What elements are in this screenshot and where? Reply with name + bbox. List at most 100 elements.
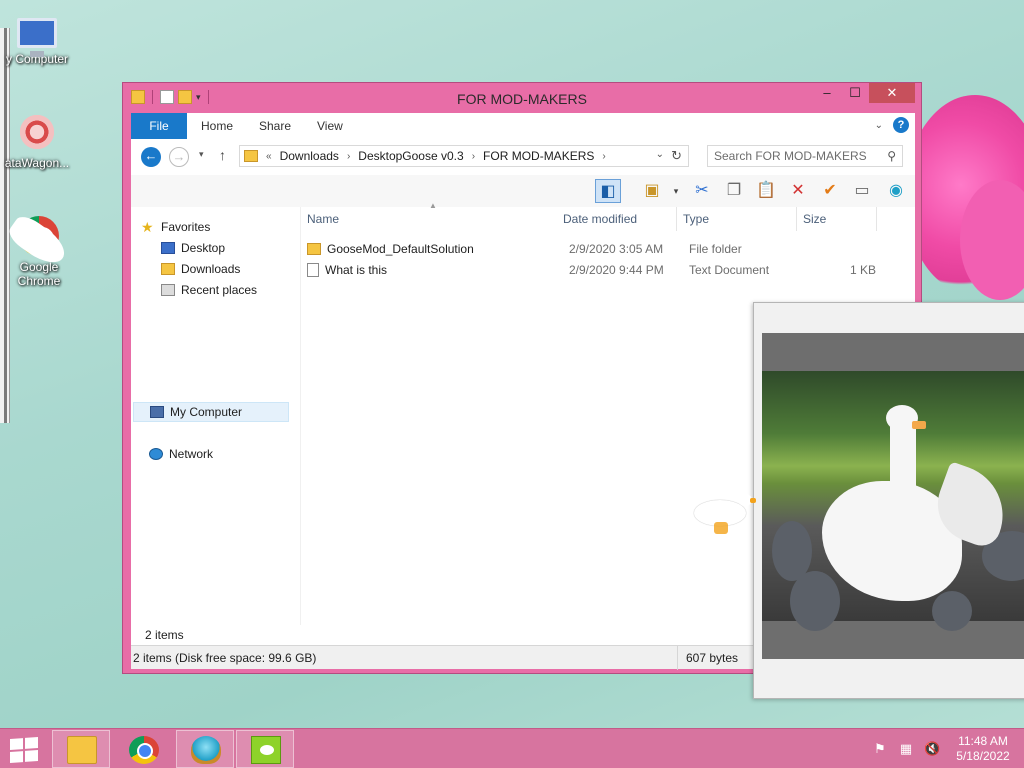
chevron-right-icon[interactable]: › xyxy=(347,151,350,162)
file-name-cell: What is this xyxy=(307,260,387,280)
nav-recent-places[interactable]: Recent places xyxy=(161,280,257,300)
windows-logo-pane xyxy=(10,751,23,763)
help-icon[interactable]: ? xyxy=(893,117,909,133)
preview-pane-icon[interactable]: ◧ xyxy=(595,179,621,203)
nav-my-computer[interactable]: My Computer xyxy=(133,402,289,422)
system-tray: ⚑ ▦ 🔇 xyxy=(872,741,940,757)
rename-icon[interactable]: ▭ xyxy=(849,179,875,203)
expand-ribbon-icon[interactable]: ⌄ xyxy=(875,120,883,131)
nav-favorites[interactable]: ★ Favorites xyxy=(141,217,210,237)
table-row[interactable]: GooseMod_DefaultSolution 2/9/2020 3:05 A… xyxy=(307,239,897,259)
minimize-button[interactable]: – xyxy=(813,83,841,103)
action-center-flag-icon[interactable]: ⚑ xyxy=(872,741,888,757)
park-scene xyxy=(762,371,1024,631)
recent-places-icon xyxy=(161,284,175,296)
breadcrumb-for-mod-makers[interactable]: FOR MOD-MAKERS xyxy=(483,149,594,163)
breadcrumb-desktopgoose[interactable]: DesktopGoose v0.3 xyxy=(358,149,463,163)
forward-button[interactable]: → xyxy=(169,147,189,167)
goose-icon xyxy=(251,736,281,764)
file-type: Text Document xyxy=(689,263,770,277)
file-date: 2/9/2020 3:05 AM xyxy=(569,242,664,256)
file-name-cell: GooseMod_DefaultSolution xyxy=(307,239,474,259)
network-icon xyxy=(149,448,163,460)
title-bar[interactable]: ▾ FOR MOD-MAKERS – ☐ ✕ xyxy=(123,83,921,113)
goose-beak xyxy=(912,421,926,429)
properties-icon[interactable]: ▣ xyxy=(639,179,665,203)
taskbar: ⚑ ▦ 🔇 11:48 AM 5/18/2022 xyxy=(0,728,1024,768)
chevron-right-icon[interactable]: › xyxy=(602,151,605,162)
search-icon[interactable]: ⚲ xyxy=(887,146,896,166)
maximize-button[interactable]: ☐ xyxy=(841,83,869,103)
taskbar-google-chrome[interactable] xyxy=(114,730,172,768)
check-icon[interactable]: ✔ xyxy=(817,179,843,203)
address-dropdown-icon[interactable]: ⌄ xyxy=(656,149,664,160)
column-header-name[interactable]: Name xyxy=(301,207,557,231)
file-size: 1 KB xyxy=(850,263,877,277)
tab-file[interactable]: File xyxy=(131,113,187,139)
file-date: 2/9/2020 9:44 PM xyxy=(569,263,664,277)
overflow-chevron[interactable]: « xyxy=(266,151,272,162)
datawagon-icon xyxy=(17,112,57,152)
tab-view[interactable]: View xyxy=(317,113,343,139)
navigation-bar: ← → ▾ ↑ « Downloads › DesktopGoose v0.3 … xyxy=(131,139,915,175)
goose-image-popup[interactable] xyxy=(753,302,1024,699)
column-header-date[interactable]: Date modified xyxy=(557,207,677,231)
nav-label: Favorites xyxy=(161,220,211,234)
address-bar[interactable]: « Downloads › DesktopGoose v0.3 › FOR MO… xyxy=(239,145,689,167)
tab-share[interactable]: Share xyxy=(259,113,291,139)
search-input[interactable]: Search FOR MOD-MAKERS ⚲ xyxy=(707,145,903,167)
column-header-size[interactable]: Size xyxy=(797,207,877,231)
breadcrumb-downloads[interactable]: Downloads xyxy=(280,149,339,163)
text-file-icon xyxy=(307,263,319,277)
nav-network[interactable]: Network xyxy=(149,444,213,464)
ribbon-tabs: File Home Share View ⌄ ? xyxy=(131,113,915,139)
refresh-icon[interactable]: ↻ xyxy=(671,148,682,164)
windows-logo-pane xyxy=(25,737,38,749)
folder-icon xyxy=(307,243,321,255)
caption-buttons: – ☐ ✕ xyxy=(813,83,915,103)
desktop-icon-my-computer[interactable]: y Computer xyxy=(0,12,78,66)
desktop-icon-label: ataWagon... xyxy=(4,156,70,170)
tab-home[interactable]: Home xyxy=(201,113,233,139)
desktop-icon-label: Google Chrome xyxy=(17,260,61,288)
goose-photo xyxy=(762,333,1024,659)
paste-icon[interactable]: 📋 xyxy=(753,179,779,203)
close-button[interactable]: ✕ xyxy=(869,83,915,103)
table-row[interactable]: What is this 2/9/2020 9:44 PM Text Docum… xyxy=(307,260,897,280)
clock-time: 11:48 AM xyxy=(958,734,1008,748)
desktop-goose-sprite[interactable] xyxy=(694,494,756,536)
window-title: FOR MOD-MAKERS xyxy=(457,91,587,107)
recent-locations-dropdown-icon[interactable]: ▾ xyxy=(199,149,204,160)
desktop-icon-datawagon[interactable]: ataWagon... xyxy=(0,112,78,170)
network-icon[interactable]: ▦ xyxy=(898,741,914,757)
nav-desktop[interactable]: Desktop xyxy=(161,238,225,258)
pigeon xyxy=(932,591,972,631)
file-type: File folder xyxy=(689,242,742,256)
taskbar-desktop-goose[interactable] xyxy=(236,730,294,768)
chrome-icon xyxy=(129,736,159,764)
nav-downloads[interactable]: Downloads xyxy=(161,259,240,279)
taskbar-shell-app[interactable] xyxy=(176,730,234,768)
globe-icon[interactable]: ◉ xyxy=(883,179,909,203)
nav-label: Desktop xyxy=(181,241,226,255)
file-name: GooseMod_DefaultSolution xyxy=(327,242,474,256)
start-button[interactable] xyxy=(10,737,38,763)
properties-dropdown-icon[interactable]: ▾ xyxy=(663,179,689,203)
star-icon: ★ xyxy=(141,219,154,235)
folder-icon xyxy=(244,150,258,162)
volume-muted-icon[interactable]: 🔇 xyxy=(924,741,940,757)
taskbar-file-explorer[interactable] xyxy=(52,730,110,768)
chevron-right-icon[interactable]: › xyxy=(472,151,475,162)
cut-icon[interactable]: ✂ xyxy=(689,179,715,203)
clock-date: 5/18/2022 xyxy=(956,749,1010,763)
nav-label: My Computer xyxy=(170,405,243,419)
status-size: 607 bytes xyxy=(677,646,738,670)
clock[interactable]: 11:48 AM 5/18/2022 xyxy=(952,734,1014,764)
delete-icon[interactable]: ✕ xyxy=(785,179,811,203)
back-button[interactable]: ← xyxy=(141,147,161,167)
shell-icon xyxy=(191,736,221,764)
windows-logo-pane xyxy=(10,738,23,750)
copy-icon[interactable]: ❐ xyxy=(721,179,747,203)
column-header-type[interactable]: Type xyxy=(677,207,797,231)
up-button[interactable]: ↑ xyxy=(219,147,226,163)
